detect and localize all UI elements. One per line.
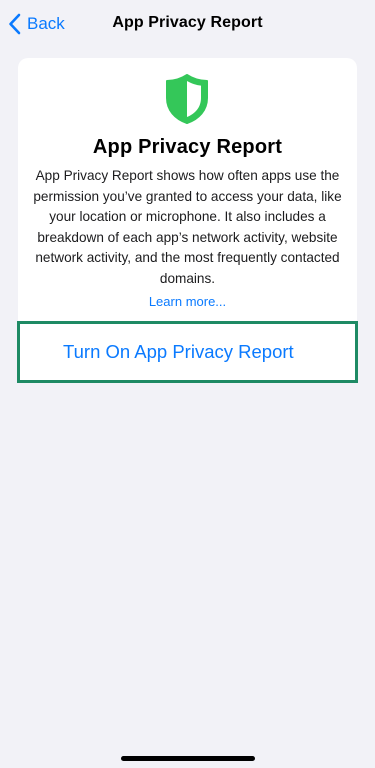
learn-more-link[interactable]: Learn more...	[18, 294, 357, 309]
turn-on-app-privacy-report-button[interactable]: Turn On App Privacy Report	[17, 321, 358, 383]
navigation-bar: Back App Privacy Report	[0, 0, 375, 48]
shield-icon	[163, 72, 211, 126]
card-description: App Privacy Report shows how often apps …	[33, 168, 342, 286]
card-title: App Privacy Report	[92, 136, 283, 158]
home-indicator	[121, 756, 255, 761]
turn-on-label: Turn On App Privacy Report	[63, 341, 294, 362]
page-title: App Privacy Report	[112, 14, 263, 31]
